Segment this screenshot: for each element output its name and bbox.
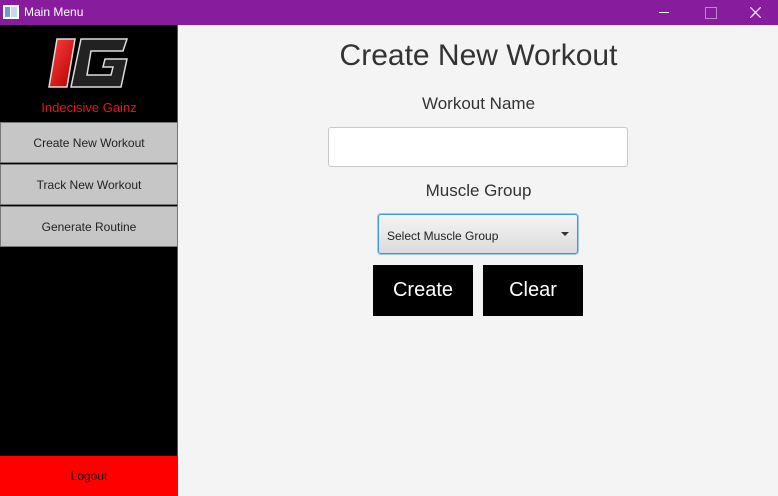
brand-logo (47, 33, 131, 93)
close-icon[interactable] (732, 0, 778, 25)
maximize-icon[interactable] (686, 0, 732, 25)
page-title: Create New Workout (339, 39, 618, 72)
muscle-group-select-value: Select Muscle Group (387, 229, 499, 243)
sidebar-item-create-new-workout[interactable]: Create New Workout (0, 122, 178, 163)
muscle-group-label: Muscle Group (425, 181, 532, 200)
clear-button[interactable]: Clear (483, 265, 583, 316)
sidebar-item-track-new-workout[interactable]: Track New Workout (0, 164, 178, 205)
minimize-icon[interactable] (640, 0, 686, 25)
sidebar: Indecisive Gainz Create New Workout Trac… (0, 25, 178, 496)
create-button[interactable]: Create (373, 265, 473, 316)
app-window-icon (3, 5, 19, 19)
logout-button[interactable]: Logout (0, 456, 178, 496)
sidebar-item-generate-routine[interactable]: Generate Routine (0, 206, 178, 247)
workout-name-label: Workout Name (421, 94, 536, 113)
main-content: Create New Workout Workout Name Muscle G… (179, 25, 778, 496)
brand-name: Indecisive Gainz (41, 100, 137, 115)
window-titlebar: Main Menu (0, 0, 778, 25)
window-title: Main Menu (24, 5, 84, 19)
chevron-down-icon (561, 232, 569, 236)
muscle-group-select[interactable]: Select Muscle Group (378, 214, 578, 254)
workout-name-input[interactable] (328, 127, 628, 167)
